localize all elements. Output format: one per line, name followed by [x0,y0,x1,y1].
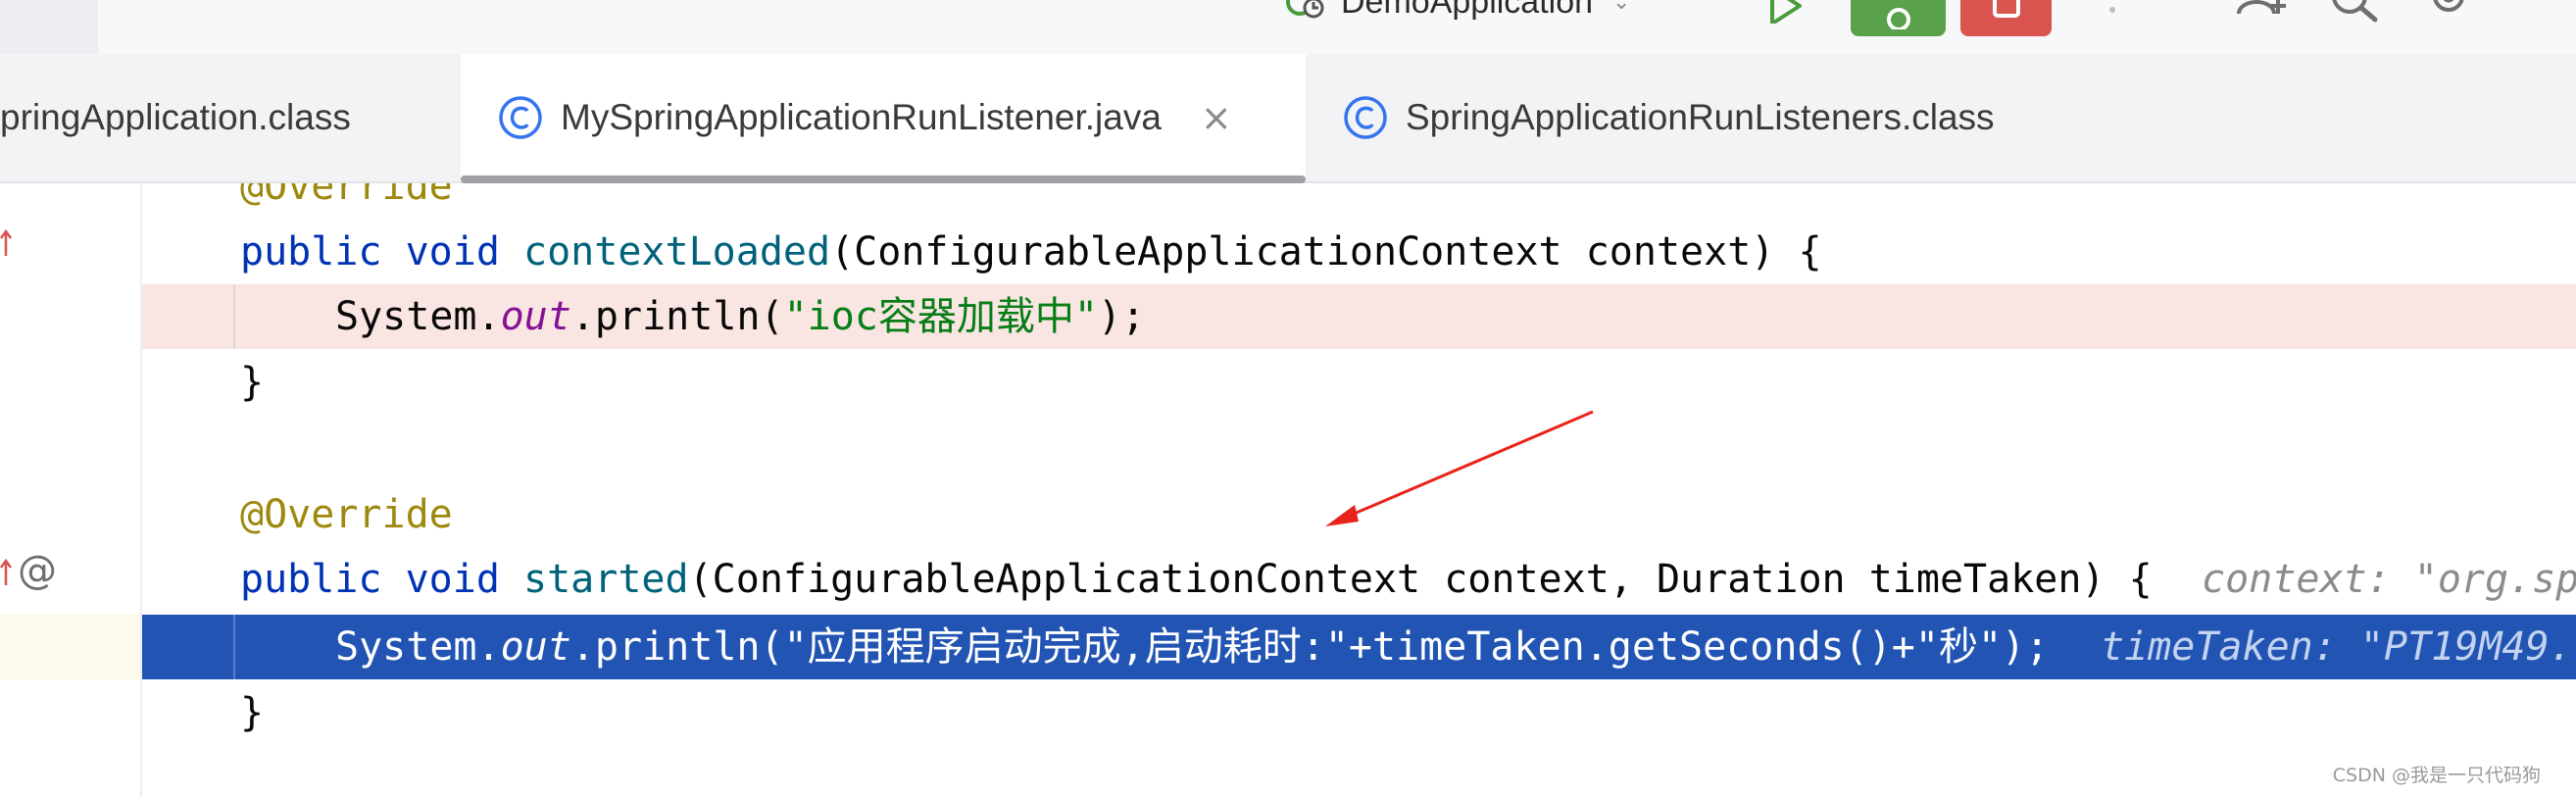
class-icon [499,96,542,139]
search-icon[interactable] [2328,0,2383,24]
add-user-icon[interactable] [2235,0,2290,24]
tab-spring-application-class[interactable]: pringApplication.class [0,54,459,181]
bug-icon [1886,7,1910,29]
red-arrow-annotation [1325,410,1594,526]
run-configuration-label: DemoApplication [1341,0,1594,21]
more-actions-icon[interactable] [2107,0,2117,14]
spring-boot-run-icon [1286,0,1324,19]
tab-spring-application-run-listeners-class[interactable]: SpringApplicationRunListeners.class [1343,54,2068,181]
code-editor[interactable]: @Override public void contextLoaded(Conf… [0,183,2576,797]
toolbar-left-area [0,0,98,54]
tab-label: MySpringApplicationRunListener.java [561,97,1162,137]
run-icon[interactable] [1764,0,1808,24]
settings-gear-icon[interactable] [2421,0,2476,24]
tab-label: pringApplication.class [0,97,351,137]
main-toolbar: DemoApplication ⌄ [0,0,2576,54]
run-configuration-selector[interactable]: DemoApplication ⌄ [1284,0,1630,22]
stop-button[interactable] [1960,0,2052,36]
class-icon [1344,96,1387,139]
stop-icon [1992,0,2020,18]
debug-button[interactable] [1851,0,1946,36]
close-icon[interactable]: × [1201,96,1232,139]
editor-tab-bar: pringApplication.class MySpringApplicati… [0,54,2576,183]
tab-label: SpringApplicationRunListeners.class [1406,97,1995,137]
chevron-down-icon: ⌄ [1612,0,1631,15]
watermark: CSDN @我是一只代码狗 [2332,765,2541,786]
active-tab-indicator [461,175,1306,183]
tab-my-spring-application-run-listener[interactable]: MySpringApplicationRunListener.java × [461,54,1306,183]
